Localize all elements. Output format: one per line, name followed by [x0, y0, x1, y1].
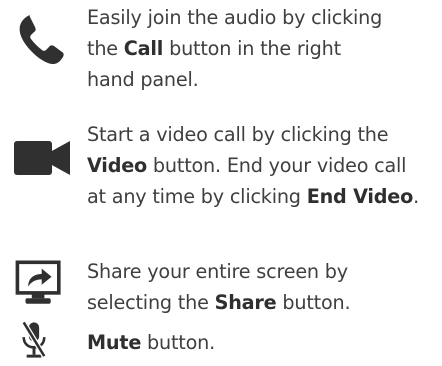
button-name-share: Share	[214, 291, 277, 314]
text-segment: Start a video call by clicking the	[87, 123, 389, 146]
share-line-1: Share your entire screen by	[87, 256, 442, 287]
button-name-end-video: End Video	[306, 185, 414, 208]
share-description: Share your entire screen by selecting th…	[87, 256, 442, 318]
text-segment: button.	[276, 291, 351, 314]
button-name-call: Call	[123, 37, 164, 60]
text-segment: .	[413, 185, 419, 208]
text-segment: hand panel.	[87, 68, 199, 91]
text-segment: button in the right	[163, 37, 341, 60]
call-line-2: the Call button in the right	[87, 33, 442, 64]
video-description: Start a video call by clicking the Video…	[87, 119, 442, 212]
video-line-1: Start a video call by clicking the	[87, 119, 442, 150]
share-line-2: selecting the Share button.	[87, 287, 442, 318]
text-segment: button. End your video call	[147, 154, 407, 177]
mute-description: Mute button.	[87, 327, 442, 358]
call-description: Easily join the audio by clicking the Ca…	[87, 2, 442, 95]
video-line-2: Video button. End your video call	[87, 150, 442, 181]
video-camera-icon	[14, 141, 70, 175]
call-line-3: hand panel.	[87, 64, 442, 95]
text-segment: the	[87, 37, 124, 60]
phone-icon	[19, 14, 64, 65]
button-name-mute: Mute	[87, 331, 142, 354]
text-segment: at any time by clicking	[87, 185, 307, 208]
video-line-3: at any time by clicking End Video.	[87, 181, 442, 212]
text-segment: Easily join the audio by clicking	[87, 6, 383, 29]
mute-line-1: Mute button.	[87, 327, 442, 358]
button-name-video: Video	[87, 154, 148, 177]
call-line-1: Easily join the audio by clicking	[87, 2, 442, 33]
text-segment: button.	[141, 331, 216, 354]
microphone-muted-icon	[21, 321, 47, 358]
text-segment: selecting the	[87, 291, 215, 314]
share-screen-icon	[15, 260, 61, 304]
text-segment: Share your entire screen by	[87, 260, 348, 283]
